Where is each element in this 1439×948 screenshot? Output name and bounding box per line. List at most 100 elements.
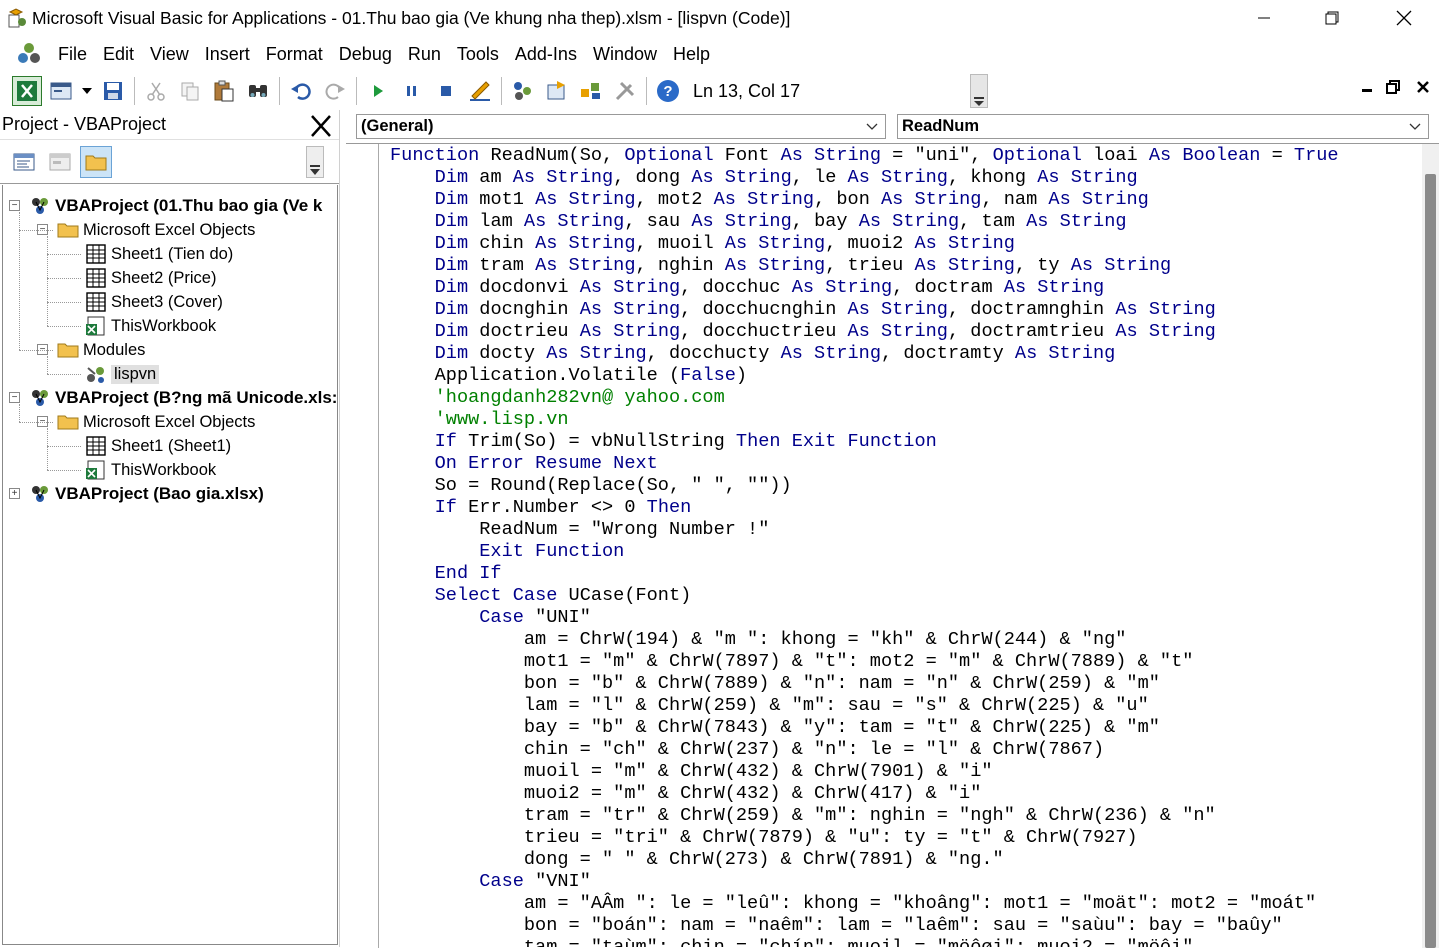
code-line[interactable]: Dim chin As String, muoil As String, muo… — [390, 233, 1410, 255]
view-excel-button[interactable] — [12, 76, 42, 106]
design-mode-button[interactable] — [465, 76, 495, 106]
menu-edit[interactable]: Edit — [95, 44, 142, 65]
insert-userform-button[interactable] — [46, 76, 76, 106]
view-code-button[interactable] — [8, 146, 40, 178]
code-line[interactable]: Dim am As String, dong As String, le As … — [390, 167, 1410, 189]
save-button[interactable] — [98, 76, 128, 106]
code-line[interactable]: Dim docty As String, docchucty As String… — [390, 343, 1410, 365]
code-line[interactable]: Case "UNI" — [390, 607, 1410, 629]
code-line[interactable]: trieu = "tri" & ChrW(7879) & "u": ty = "… — [390, 827, 1410, 849]
tree-item[interactable]: Sheet1 (Tien do) — [85, 242, 233, 266]
menu-help[interactable]: Help — [665, 44, 718, 65]
tree-item[interactable]: VBAProject (01.Thu bao gia (Ve k — [29, 194, 322, 218]
vba-menu-icon[interactable] — [14, 40, 44, 68]
project-explorer-close-button[interactable] — [306, 112, 336, 140]
procedure-combo[interactable]: ReadNum — [897, 114, 1429, 139]
tree-item[interactable]: ThisWorkbook — [85, 314, 216, 338]
tree-item[interactable]: Microsoft Excel Objects — [57, 410, 255, 434]
code-text[interactable]: Function ReadNum(So, Optional Font As St… — [390, 145, 1410, 947]
collapse-button[interactable]: − — [9, 392, 20, 403]
code-line[interactable]: So = Round(Replace(So, " ", "")) — [390, 475, 1410, 497]
maximize-button[interactable] — [1297, 0, 1367, 36]
tree-item[interactable]: Sheet3 (Cover) — [85, 290, 223, 314]
code-line[interactable]: Dim docnghin As String, docchucnghin As … — [390, 299, 1410, 321]
code-line[interactable]: Dim docdonvi As String, docchuc As Strin… — [390, 277, 1410, 299]
code-line[interactable]: 'hoangdanh282vn@ yahoo.com — [390, 387, 1410, 409]
child-minimize-button[interactable] — [1356, 76, 1378, 98]
code-line[interactable]: dong = " " & ChrW(273) & ChrW(7891) & "n… — [390, 849, 1410, 871]
code-line[interactable]: Dim doctrieu As String, docchuctrieu As … — [390, 321, 1410, 343]
menu-format[interactable]: Format — [258, 44, 331, 65]
code-line[interactable]: muoi2 = "m" & ChrW(432) & ChrW(417) & "i… — [390, 783, 1410, 805]
tree-item[interactable]: Sheet1 (Sheet1) — [85, 434, 231, 458]
break-button[interactable] — [397, 76, 427, 106]
code-line[interactable]: lam = "l" & ChrW(259) & "m": sau = "s" &… — [390, 695, 1410, 717]
child-restore-button[interactable] — [1382, 76, 1404, 98]
run-button[interactable] — [363, 76, 393, 106]
code-line[interactable]: bon = "boán": nam = "naêm": lam = "laêm"… — [390, 915, 1410, 937]
code-editor[interactable]: Function ReadNum(So, Optional Font As St… — [346, 143, 1439, 948]
code-line[interactable]: End If — [390, 563, 1410, 585]
insert-dropdown[interactable] — [80, 76, 94, 106]
properties-window-button[interactable] — [542, 76, 572, 106]
code-line[interactable]: bon = "b" & ChrW(7889) & "n": nam = "n" … — [390, 673, 1410, 695]
copy-button[interactable] — [175, 76, 205, 106]
code-line[interactable]: bay = "b" & ChrW(7843) & "y": tam = "t" … — [390, 717, 1410, 739]
code-line[interactable]: tam = "taùm": chin = "chín": muoil = "mö… — [390, 937, 1410, 947]
toolbar-options-grip[interactable] — [970, 74, 988, 108]
toggle-folders-button[interactable] — [80, 145, 112, 178]
code-line[interactable]: am = ChrW(194) & "m ": khong = "kh" & Ch… — [390, 629, 1410, 651]
tree-item[interactable]: Sheet2 (Price) — [85, 266, 216, 290]
code-line[interactable]: am = "AÂm ": le = "leû": khong = "khoâng… — [390, 893, 1410, 915]
help-button[interactable]: ? — [653, 76, 683, 106]
code-margin-indicator-bar[interactable] — [346, 144, 379, 948]
code-line[interactable]: On Error Resume Next — [390, 453, 1410, 475]
code-line[interactable]: chin = "ch" & ChrW(237) & "n": le = "l" … — [390, 739, 1410, 761]
expand-button[interactable]: + — [9, 488, 20, 499]
tree-item[interactable]: VBAProject (Bao gia.xlsx) — [29, 482, 264, 506]
code-line[interactable]: Function ReadNum(So, Optional Font As St… — [390, 145, 1410, 167]
view-object-button[interactable] — [44, 146, 76, 178]
close-button[interactable] — [1369, 0, 1439, 36]
code-line[interactable]: ReadNum = "Wrong Number !" — [390, 519, 1410, 541]
menu-window[interactable]: Window — [585, 44, 665, 65]
undo-button[interactable] — [286, 76, 316, 106]
tree-item[interactable]: lispvn — [85, 362, 160, 386]
vertical-scrollbar[interactable] — [1422, 144, 1439, 948]
collapse-button[interactable]: − — [9, 200, 20, 211]
project-pane-scroll-grip[interactable] — [306, 145, 324, 178]
menu-insert[interactable]: Insert — [197, 44, 258, 65]
redo-button[interactable] — [320, 76, 350, 106]
code-line[interactable]: muoil = "m" & ChrW(432) & ChrW(7901) & "… — [390, 761, 1410, 783]
code-line[interactable]: Dim mot1 As String, mot2 As String, bon … — [390, 189, 1410, 211]
menu-view[interactable]: View — [142, 44, 197, 65]
object-combo[interactable]: (General) — [356, 114, 886, 139]
minimize-button[interactable] — [1229, 0, 1299, 36]
code-line[interactable]: mot1 = "m" & ChrW(7897) & "t": mot2 = "m… — [390, 651, 1410, 673]
scrollbar-thumb[interactable] — [1425, 174, 1436, 948]
code-line[interactable]: If Err.Number <> 0 Then — [390, 497, 1410, 519]
code-line[interactable]: Application.Volatile (False) — [390, 365, 1410, 387]
code-line[interactable]: Select Case UCase(Font) — [390, 585, 1410, 607]
tree-item[interactable]: ThisWorkbook — [85, 458, 216, 482]
tree-item[interactable]: Microsoft Excel Objects — [57, 218, 255, 242]
cut-button[interactable] — [141, 76, 171, 106]
menu-file[interactable]: File — [50, 44, 95, 65]
code-line[interactable]: 'www.lisp.vn — [390, 409, 1410, 431]
menu-add-ins[interactable]: Add-Ins — [507, 44, 585, 65]
tree-item[interactable]: VBAProject (B?ng mã Unicode.xls: — [29, 386, 337, 410]
toolbox-button[interactable] — [610, 76, 640, 106]
code-line[interactable]: Exit Function — [390, 541, 1410, 563]
child-close-button[interactable] — [1412, 76, 1434, 98]
code-line[interactable]: tram = "tr" & ChrW(259) & "m": nghin = "… — [390, 805, 1410, 827]
code-line[interactable]: If Trim(So) = vbNullString Then Exit Fun… — [390, 431, 1410, 453]
tree-item[interactable]: Modules — [57, 338, 145, 362]
project-explorer-button[interactable] — [508, 76, 538, 106]
code-line[interactable]: Dim lam As String, sau As String, bay As… — [390, 211, 1410, 233]
menu-tools[interactable]: Tools — [449, 44, 507, 65]
find-button[interactable] — [243, 76, 273, 106]
code-line[interactable]: Case "VNI" — [390, 871, 1410, 893]
code-line[interactable]: Dim tram As String, nghin As String, tri… — [390, 255, 1410, 277]
menu-run[interactable]: Run — [400, 44, 449, 65]
reset-button[interactable] — [431, 76, 461, 106]
